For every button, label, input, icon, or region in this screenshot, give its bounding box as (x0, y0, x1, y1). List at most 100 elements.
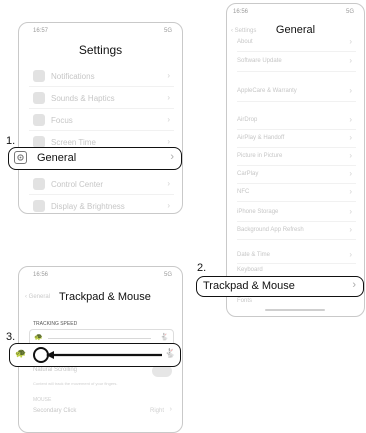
item-label: AirDrop (237, 117, 258, 123)
moon-icon (33, 114, 45, 126)
item-label: NFC (237, 189, 250, 195)
status-bar: 16:56 5G (19, 267, 182, 281)
status-signal: 5G (163, 272, 172, 278)
chevron-right-icon: › (349, 56, 352, 65)
item-label: Background App Refresh (237, 227, 304, 233)
secondary-click-label: Secondary Click (33, 408, 77, 414)
step-1-label: 1. (6, 135, 16, 147)
general-item-background-refresh[interactable]: Background App Refresh › (237, 222, 356, 240)
tracking-speed-header: TRACKING SPEED (33, 321, 78, 327)
natural-scrolling-note: Content will track the movement of your … (33, 381, 118, 386)
chevron-right-icon: › (167, 93, 170, 102)
drag-left-arrow-icon (46, 351, 162, 359)
general-row-highlight[interactable]: General › (8, 147, 182, 170)
back-button[interactable]: ‹ General (25, 294, 50, 300)
chevron-right-icon: › (349, 207, 352, 216)
general-item-storage[interactable]: iPhone Storage › (237, 204, 356, 222)
item-label: Date & Time (237, 252, 271, 258)
turtle-icon: 🐢 (34, 334, 43, 341)
toggles-icon (33, 178, 45, 190)
chevron-right-icon: › (167, 137, 170, 146)
settings-item-label: Notifications (51, 72, 95, 81)
home-indicator (265, 309, 325, 311)
chevron-right-icon: › (349, 37, 352, 46)
status-bar: 16:57 5G (19, 23, 182, 37)
rabbit-icon: 🐇 (164, 348, 176, 358)
item-label: CarPlay (237, 171, 259, 177)
mouse-section-header: MOUSE (33, 397, 52, 403)
settings-item-focus[interactable]: Focus › (29, 109, 174, 131)
general-item-applecare[interactable]: AppleCare & Warranty › (237, 82, 356, 102)
settings-item-label: Sounds & Haptics (51, 94, 115, 103)
chevron-right-icon: › (349, 187, 352, 196)
chevron-right-icon: › (170, 151, 174, 163)
status-signal: 5G (163, 28, 172, 34)
settings-item-control-center[interactable]: Control Center › (29, 173, 174, 195)
general-item-airplay[interactable]: AirPlay & Handoff › (237, 130, 356, 148)
item-label: iPhone Storage (237, 209, 279, 215)
general-item-carplay[interactable]: CarPlay › (237, 166, 356, 184)
chevron-right-icon: › (349, 250, 352, 259)
chevron-right-icon: › (349, 86, 352, 95)
secondary-click-row[interactable]: Secondary Click Right › (29, 405, 174, 419)
item-label: Software Update (237, 58, 282, 64)
chevron-right-icon: › (352, 279, 356, 291)
general-screen: 16:56 5G ‹ Settings General About › Softw… (226, 3, 365, 317)
chevron-right-icon: › (349, 151, 352, 160)
chevron-right-icon: › (167, 179, 170, 188)
step-2-label: 2. (197, 262, 207, 274)
general-item-date-time[interactable]: Date & Time › (237, 248, 356, 264)
turtle-icon: 🐢 (15, 348, 27, 358)
chevron-right-icon: › (349, 169, 352, 178)
chevron-right-icon: › (349, 115, 352, 124)
gear-icon (14, 151, 27, 164)
trackpad-mouse-row-highlight[interactable]: Trackpad & Mouse › (196, 276, 364, 297)
general-label: General (37, 152, 77, 164)
sun-icon (33, 200, 45, 212)
settings-item-label: Screen Time (51, 138, 96, 147)
chevron-right-icon: › (349, 225, 352, 234)
settings-item-display[interactable]: Display & Brightness › (29, 195, 174, 213)
page-title: Trackpad & Mouse (59, 291, 151, 303)
item-label: About (237, 39, 253, 45)
secondary-click-value: Right (149, 408, 164, 414)
natural-scrolling-label: Natural Scrolling (33, 367, 78, 373)
status-time: 16:57 (33, 28, 49, 34)
item-label: Picture in Picture (237, 153, 283, 159)
rabbit-icon: 🐇 (160, 334, 169, 341)
item-label: AppleCare & Warranty (237, 88, 297, 94)
chevron-right-icon: › (349, 133, 352, 142)
slider-track (48, 338, 151, 339)
chevron-right-icon: › (169, 406, 172, 413)
general-item-pip[interactable]: Picture in Picture › (237, 148, 356, 166)
status-time: 16:56 (33, 272, 49, 278)
general-item-about[interactable]: About › (237, 34, 356, 52)
item-label: Keyboard (237, 267, 263, 273)
general-item-software-update[interactable]: Software Update › (237, 52, 356, 72)
settings-item-label: Focus (51, 116, 73, 125)
speaker-icon (33, 92, 45, 104)
chevron-right-icon: › (167, 201, 170, 210)
status-signal: 5G (345, 9, 354, 15)
natural-scrolling-row[interactable]: Natural Scrolling (29, 365, 174, 379)
settings-screen: 16:57 5G Settings Notifications › Sounds… (18, 22, 183, 214)
status-bar: 16:56 5G (227, 4, 364, 18)
general-item-fonts[interactable]: Fonts (237, 297, 356, 309)
settings-item-notifications[interactable]: Notifications › (29, 65, 174, 87)
item-label: AirPlay & Handoff (237, 135, 285, 141)
settings-item-label: Display & Brightness (51, 202, 125, 211)
general-item-airdrop[interactable]: AirDrop › (237, 112, 356, 130)
chevron-right-icon: › (167, 71, 170, 80)
item-label: Fonts (237, 298, 253, 304)
status-time: 16:56 (233, 9, 249, 15)
page-title: Settings (78, 43, 123, 57)
chevron-left-icon: ‹ (25, 294, 27, 300)
general-item-nfc[interactable]: NFC › (237, 184, 356, 202)
trackpad-mouse-label: Trackpad & Mouse (203, 280, 295, 292)
chevron-right-icon: › (167, 115, 170, 124)
settings-item-sounds[interactable]: Sounds & Haptics › (29, 87, 174, 109)
step-3-label: 3. (6, 331, 16, 343)
tracking-speed-slider-highlight[interactable]: 🐢 🐇 (9, 343, 181, 367)
back-label: General (28, 294, 51, 300)
bell-icon (33, 70, 45, 82)
